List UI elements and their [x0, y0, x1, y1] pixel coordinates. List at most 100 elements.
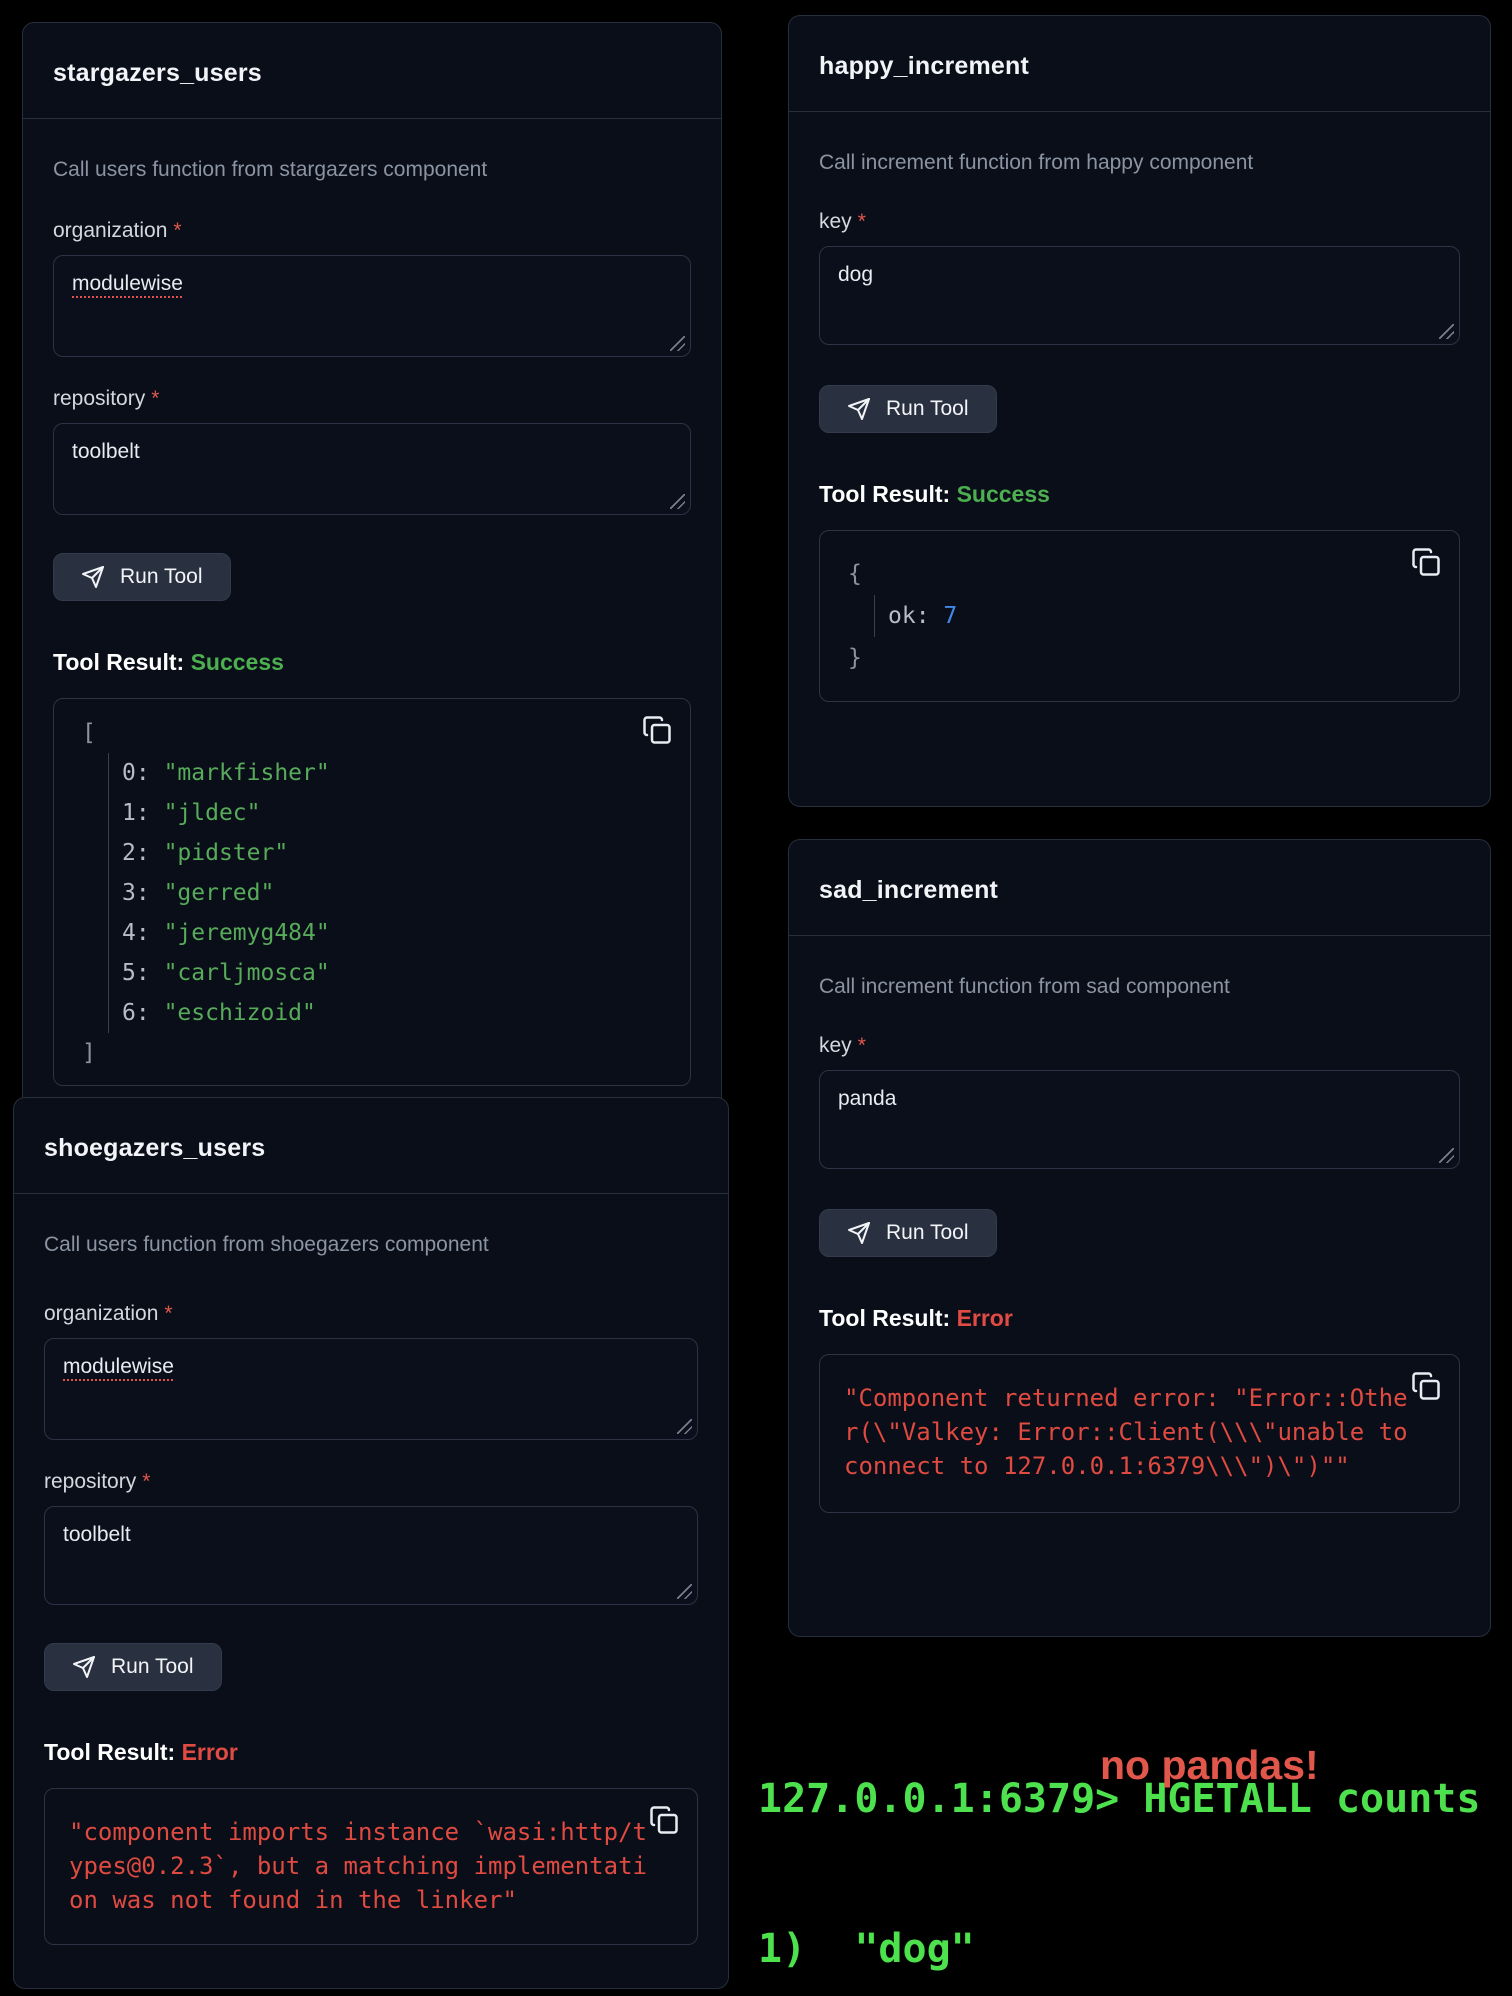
run-tool-button[interactable]: Run Tool: [44, 1643, 222, 1691]
run-tool-button[interactable]: Run Tool: [819, 1209, 997, 1257]
run-tool-label: Run Tool: [120, 565, 203, 589]
field-label-text: organization: [53, 219, 167, 242]
required-asterisk: *: [173, 219, 181, 242]
tool-card-shoegazers-users: shoegazers_users Call users function fro…: [13, 1097, 729, 1989]
resize-handle[interactable]: [1439, 1148, 1454, 1163]
field-label-text: key: [819, 210, 852, 233]
resize-handle[interactable]: [677, 1584, 692, 1599]
result-json-viewer: { ok: 7 }: [819, 530, 1460, 702]
status-badge: Success: [957, 481, 1050, 507]
json-item: 4: "jeremyg484": [122, 913, 662, 953]
field-label-repository: repository *: [44, 1470, 698, 1494]
tool-result-label: Tool Result: Success: [53, 649, 691, 676]
required-asterisk: *: [142, 1470, 150, 1493]
organization-value: modulewise: [63, 1355, 174, 1378]
result-json-viewer: [ 0: "markfisher" 1: "jldec" 2: "pidster…: [53, 698, 691, 1086]
card-body: Call increment function from happy compo…: [789, 112, 1490, 732]
json-open-brace: {: [848, 553, 1431, 595]
json-key: 6:: [122, 1000, 150, 1026]
repository-value: toolbelt: [63, 1523, 131, 1546]
copy-button[interactable]: [1411, 547, 1441, 577]
copy-icon: [1411, 1371, 1441, 1401]
json-item: 6: "eschizoid": [122, 993, 662, 1033]
required-asterisk: *: [858, 210, 866, 233]
field-label-key: key *: [819, 1034, 1460, 1058]
tool-description: Call increment function from sad compone…: [819, 974, 1460, 1000]
card-title: shoegazers_users: [44, 1134, 698, 1163]
card-header: happy_increment: [789, 16, 1490, 112]
page: stargazers_users Call users function fro…: [0, 0, 1512, 1996]
required-asterisk: *: [858, 1034, 866, 1057]
key-input[interactable]: dog: [819, 246, 1460, 345]
run-tool-button[interactable]: Run Tool: [819, 385, 997, 433]
key-input[interactable]: panda: [819, 1070, 1460, 1169]
required-asterisk: *: [164, 1302, 172, 1325]
json-item: 1: "jldec": [122, 793, 662, 833]
field-label-text: organization: [44, 1302, 158, 1325]
json-item: 2: "pidster": [122, 833, 662, 873]
json-value: 7: [943, 603, 957, 629]
field-label-text: repository: [44, 1470, 136, 1493]
organization-input[interactable]: modulewise: [53, 255, 691, 357]
copy-button[interactable]: [649, 1805, 679, 1835]
run-tool-button[interactable]: Run Tool: [53, 553, 231, 601]
field-label-repository: repository*: [53, 387, 691, 411]
json-close-brace: }: [848, 637, 1431, 679]
json-value: "eschizoid": [164, 1000, 316, 1026]
card-body: Call users function from stargazers comp…: [23, 119, 721, 1116]
repository-input[interactable]: toolbelt: [44, 1506, 698, 1605]
field-label-key: key *: [819, 210, 1460, 234]
send-icon: [847, 397, 871, 421]
json-key: 1:: [122, 800, 150, 826]
card-title: sad_increment: [819, 876, 1460, 905]
redis-cli-terminal: 127.0.0.1:6379> HGETALL counts 1) "dog" …: [758, 1674, 1498, 1996]
tool-description: Call increment function from happy compo…: [819, 150, 1460, 176]
copy-icon: [649, 1805, 679, 1835]
result-error-viewer: "Component returned error: "Error::Othe …: [819, 1354, 1460, 1513]
organization-input[interactable]: modulewise: [44, 1338, 698, 1440]
tool-description: Call users function from shoegazers comp…: [44, 1232, 698, 1258]
json-key: 3:: [122, 880, 150, 906]
field-label-text: repository: [53, 387, 145, 410]
field-label-text: key: [819, 1034, 852, 1057]
run-tool-label: Run Tool: [111, 1655, 194, 1679]
card-header: stargazers_users: [23, 23, 721, 119]
copy-button[interactable]: [642, 715, 672, 745]
json-key: 0:: [122, 760, 150, 786]
copy-button[interactable]: [1411, 1371, 1441, 1401]
resize-handle[interactable]: [677, 1419, 692, 1434]
organization-value: modulewise: [72, 272, 183, 295]
status-badge: Error: [957, 1305, 1013, 1331]
run-tool-label: Run Tool: [886, 1221, 969, 1245]
json-value: "jeremyg484": [164, 920, 330, 946]
card-body: Call increment function from sad compone…: [789, 936, 1490, 1543]
tool-result-label: Tool Result: Error: [819, 1305, 1460, 1332]
tool-description: Call users function from stargazers comp…: [53, 157, 691, 183]
resize-handle[interactable]: [1439, 324, 1454, 339]
tool-result-prefix: Tool Result:: [819, 481, 950, 507]
resize-handle[interactable]: [670, 336, 685, 351]
tool-result-prefix: Tool Result:: [53, 649, 184, 675]
field-label-organization: organization *: [44, 1302, 698, 1326]
json-value: "jldec": [164, 800, 261, 826]
repository-input[interactable]: toolbelt: [53, 423, 691, 515]
card-title: happy_increment: [819, 52, 1460, 81]
terminal-line: 1) "dog": [758, 1924, 1498, 1974]
status-badge: Success: [191, 649, 284, 675]
tool-result-prefix: Tool Result:: [44, 1739, 175, 1765]
tool-card-sad-increment: sad_increment Call increment function fr…: [788, 839, 1491, 1637]
status-badge: Error: [182, 1739, 238, 1765]
copy-icon: [1411, 547, 1441, 577]
send-icon: [81, 565, 105, 589]
json-item: 3: "gerred": [122, 873, 662, 913]
json-value: "carljmosca": [164, 960, 330, 986]
json-item: 5: "carljmosca": [122, 953, 662, 993]
json-key: ok:: [888, 603, 930, 629]
card-body: Call users function from shoegazers comp…: [14, 1194, 728, 1975]
card-header: shoegazers_users: [14, 1098, 728, 1194]
json-key: 4:: [122, 920, 150, 946]
resize-handle[interactable]: [670, 494, 685, 509]
tool-result-label: Tool Result: Success: [819, 481, 1460, 508]
tool-result-label: Tool Result: Error: [44, 1739, 698, 1766]
json-value: "gerred": [164, 880, 275, 906]
